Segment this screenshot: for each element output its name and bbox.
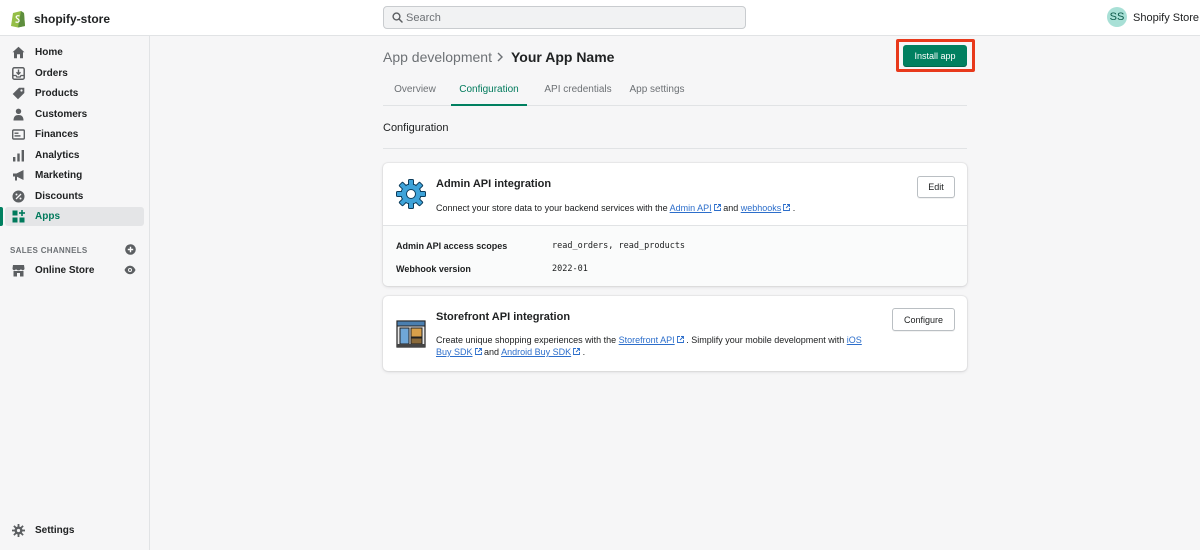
external-link-icon bbox=[713, 204, 721, 211]
sidebar-item-marketing[interactable]: Marketing bbox=[5, 166, 144, 185]
tab-app-settings[interactable]: App settings bbox=[623, 78, 691, 105]
desc-text: Connect your store data to your backend … bbox=[436, 203, 668, 213]
apps-icon bbox=[12, 210, 25, 223]
megaphone-icon bbox=[13, 170, 24, 181]
home-icon bbox=[12, 46, 25, 59]
store-icon bbox=[12, 265, 25, 277]
sidebar-item-orders[interactable]: Orders bbox=[5, 64, 144, 83]
search-input[interactable] bbox=[406, 9, 736, 26]
top-bar: shopify-store SS Shopify Store bbox=[0, 0, 1200, 36]
bar-chart-icon bbox=[13, 150, 24, 162]
tab-overview[interactable]: Overview bbox=[383, 78, 447, 105]
external-link-icon bbox=[474, 348, 482, 355]
external-link-icon bbox=[573, 348, 581, 355]
desc-text: Create unique shopping experiences with … bbox=[436, 335, 617, 345]
external-link-icon bbox=[676, 336, 684, 343]
sidebar-item-apps[interactable]: Apps bbox=[0, 207, 144, 226]
breadcrumb-parent[interactable]: App development bbox=[383, 49, 492, 65]
person-icon bbox=[13, 108, 24, 121]
configure-button[interactable]: Configure bbox=[892, 308, 955, 331]
tab-bar: Overview Configuration API credentials A… bbox=[383, 78, 967, 106]
sidebar-item-home[interactable]: Home bbox=[5, 43, 144, 62]
sidebar-item-label: Orders bbox=[35, 68, 68, 79]
sidebar-item-label: Customers bbox=[35, 109, 88, 120]
scopes-label: Admin API access scopes bbox=[396, 241, 508, 251]
shopify-logo-icon[interactable] bbox=[10, 8, 26, 28]
search-icon bbox=[392, 12, 403, 23]
card-description: Create unique shopping experiences with … bbox=[436, 334, 876, 358]
user-name[interactable]: Shopify Store bbox=[1133, 12, 1199, 24]
desc-text: and bbox=[723, 203, 739, 213]
sidebar-item-label: Home bbox=[35, 47, 63, 58]
webhook-version-value: 2022-01 bbox=[552, 264, 588, 274]
storefront-icon bbox=[396, 320, 426, 348]
store-name[interactable]: shopify-store bbox=[34, 12, 110, 26]
card-title: Admin API integration bbox=[436, 178, 552, 190]
edit-button[interactable]: Edit bbox=[917, 176, 955, 198]
sidebar-item-discounts[interactable]: Discounts bbox=[5, 187, 144, 206]
finances-icon bbox=[12, 129, 25, 140]
tab-api-credentials[interactable]: API credentials bbox=[535, 78, 621, 105]
gear-icon bbox=[12, 524, 25, 537]
android-buy-sdk-link[interactable]: Android Buy SDK bbox=[501, 347, 571, 357]
section-heading: Configuration bbox=[383, 122, 449, 134]
sales-channels-title: SALES CHANNELS bbox=[10, 246, 88, 255]
sidebar-item-analytics[interactable]: Analytics bbox=[5, 146, 144, 165]
card-title: Storefront API integration bbox=[436, 311, 571, 323]
sidebar-item-label: Marketing bbox=[35, 170, 83, 181]
discount-icon bbox=[12, 190, 25, 203]
storefront-api-link[interactable]: Storefront API bbox=[619, 335, 675, 345]
desc-text: . bbox=[792, 203, 796, 213]
desc-text: . Simplify your mobile development with bbox=[686, 335, 845, 345]
sidebar-item-products[interactable]: Products bbox=[5, 84, 144, 103]
orders-icon bbox=[12, 67, 25, 80]
admin-api-card: Admin API integration Connect your store… bbox=[383, 163, 967, 286]
sidebar-item-label: Products bbox=[35, 88, 79, 99]
external-link-icon bbox=[783, 204, 791, 211]
sidebar-item-label: Analytics bbox=[35, 150, 80, 161]
webhook-version-label: Webhook version bbox=[396, 264, 471, 274]
sidebar-item-label: Apps bbox=[35, 211, 60, 222]
tag-icon bbox=[12, 87, 25, 100]
scopes-value: read_orders, read_products bbox=[552, 241, 686, 251]
sidebar-item-label: Online Store bbox=[35, 265, 95, 276]
admin-api-link[interactable]: Admin API bbox=[670, 203, 712, 213]
avatar[interactable]: SS bbox=[1107, 7, 1127, 27]
page-title: Your App Name bbox=[511, 49, 615, 65]
sidebar-item-label: Settings bbox=[35, 525, 75, 536]
add-circle-icon[interactable] bbox=[125, 244, 136, 255]
desc-text: and bbox=[484, 347, 500, 357]
section-divider bbox=[383, 148, 967, 149]
chevron-right-icon bbox=[497, 52, 503, 62]
webhooks-link[interactable]: webhooks bbox=[741, 203, 782, 213]
sidebar-item-label: Discounts bbox=[35, 191, 84, 202]
admin-api-details: Admin API access scopes read_orders, rea… bbox=[383, 225, 967, 286]
sidebar-item-finances[interactable]: Finances bbox=[5, 125, 144, 144]
tab-configuration[interactable]: Configuration bbox=[451, 78, 527, 106]
sidebar-item-online-store[interactable]: Online Store bbox=[5, 261, 144, 280]
sidebar-item-customers[interactable]: Customers bbox=[5, 105, 144, 124]
install-app-button[interactable]: Install app bbox=[903, 45, 967, 67]
card-description: Connect your store data to your backend … bbox=[436, 202, 795, 214]
sidebar-item-settings[interactable]: Settings bbox=[5, 521, 144, 540]
gear-icon bbox=[396, 179, 426, 209]
eye-icon[interactable] bbox=[124, 265, 136, 275]
desc-text: . bbox=[582, 347, 586, 357]
sidebar: Home Orders Products Customers Finances … bbox=[0, 36, 150, 550]
storefront-api-card: Storefront API integration Create unique… bbox=[383, 296, 967, 371]
sidebar-item-label: Finances bbox=[35, 129, 79, 140]
search-bar[interactable] bbox=[383, 6, 746, 29]
